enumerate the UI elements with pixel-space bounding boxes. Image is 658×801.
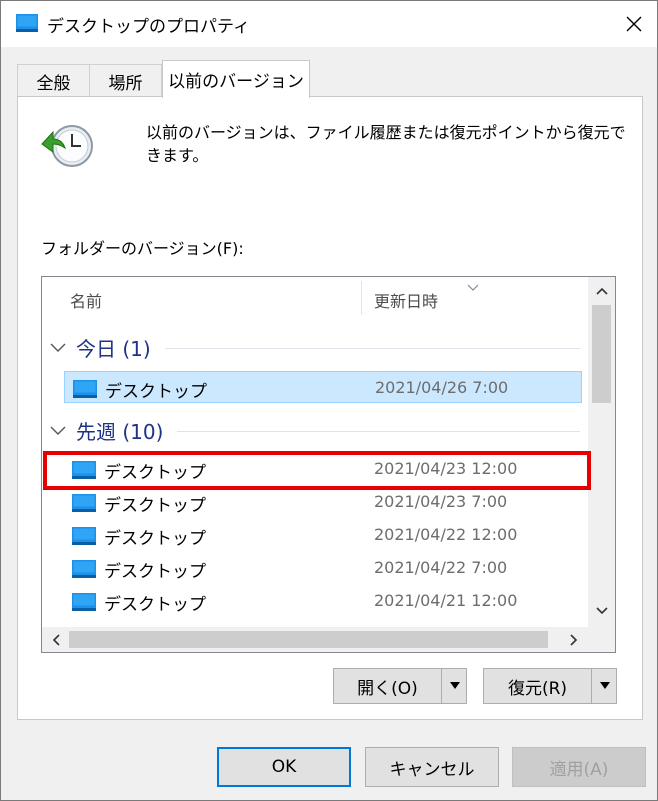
item-name: デスクトップ [104, 562, 206, 582]
horizontal-scroll-thumb[interactable] [69, 631, 548, 648]
list-item[interactable]: デスクトップ 2021/04/23 7:00 [64, 486, 582, 518]
window-title: デスクトップのプロパティ [47, 17, 250, 37]
restore-split-button[interactable]: 復元(R) [483, 668, 617, 704]
column-date-header[interactable]: 更新日時 [374, 288, 438, 312]
scroll-right-button[interactable] [562, 627, 586, 652]
tab-location[interactable]: 場所 [89, 64, 162, 97]
close-icon [626, 16, 642, 32]
vertical-scrollbar[interactable] [588, 277, 615, 627]
open-button[interactable]: 開く(O) [334, 669, 441, 703]
close-button[interactable] [611, 1, 657, 47]
item-date: 2021/04/26 7:00 [375, 378, 509, 397]
properties-dialog: デスクトップのプロパティ 全般 場所 以前のバージョン 以前のバージョンは、ファ… [0, 0, 658, 801]
desktop-folder-icon [73, 380, 97, 398]
open-dropdown-button[interactable] [441, 669, 467, 703]
restore-button[interactable]: 復元(R) [484, 669, 591, 703]
tab-previous-versions[interactable]: 以前のバージョン [162, 60, 310, 98]
tab-general-label: 全般 [36, 73, 71, 94]
restore-clock-icon [39, 122, 95, 170]
item-date: 2021/04/22 12:00 [374, 525, 518, 544]
column-separator[interactable] [361, 281, 362, 315]
chevron-down-icon [595, 607, 608, 615]
apply-button[interactable]: 適用(A) [512, 747, 646, 787]
scroll-left-button[interactable] [44, 627, 68, 652]
description-text: 以前のバージョンは、ファイル履歴または復元ポイントから復元できます。 [146, 123, 626, 165]
dropdown-arrow-icon [449, 682, 460, 689]
dropdown-arrow-icon [599, 682, 610, 689]
item-date: 2021/04/22 7:00 [374, 558, 508, 577]
vertical-scroll-thumb[interactable] [592, 305, 611, 403]
scroll-down-button[interactable] [588, 599, 615, 623]
tab-location-label: 場所 [108, 73, 143, 94]
desktop-folder-icon [72, 593, 96, 611]
item-date: 2021/04/23 7:00 [374, 492, 508, 511]
group-today[interactable]: 今日 (1) [50, 332, 580, 362]
list-item[interactable]: デスクトップ 2021/04/26 7:00 [64, 371, 582, 403]
group-divider [164, 347, 580, 349]
cancel-button[interactable]: キャンセル [365, 747, 499, 787]
item-name: デスクトップ [104, 595, 206, 615]
scroll-up-button[interactable] [588, 279, 615, 303]
desktop-folder-icon [72, 527, 96, 545]
title-bar: デスクトップのプロパティ [1, 1, 657, 47]
item-name: デスクトップ [104, 529, 206, 549]
group-divider [177, 430, 580, 432]
column-name-header[interactable]: 名前 [70, 288, 102, 312]
desktop-folder-icon [16, 14, 38, 32]
open-split-button[interactable]: 開く(O) [333, 668, 467, 704]
list-item[interactable]: デスクトップ 2021/04/21 12:00 [64, 585, 582, 617]
chevron-down-icon [50, 421, 72, 440]
tab-previous-versions-label: 以前のバージョン [168, 72, 304, 92]
scrollbar-corner [588, 627, 615, 652]
list-item[interactable]: デスクトップ 2021/04/22 12:00 [64, 519, 582, 551]
chevron-up-icon [595, 287, 608, 295]
ok-button[interactable]: OK [217, 747, 351, 787]
item-date: 2021/04/21 12:00 [374, 591, 518, 610]
chevron-down-icon [50, 338, 72, 357]
item-name: デスクトップ [105, 382, 207, 402]
group-label: 今日 (1) [76, 336, 151, 361]
column-header: 名前 更新日時 [42, 277, 588, 315]
group-label: 先週 (10) [76, 419, 164, 444]
highlight-annotation [43, 451, 591, 490]
list-item[interactable]: デスクトップ 2021/04/22 7:00 [64, 552, 582, 584]
group-last-week[interactable]: 先週 (10) [50, 415, 580, 445]
horizontal-scrollbar[interactable] [42, 627, 588, 652]
chevron-left-icon [52, 633, 60, 646]
folder-versions-label: フォルダーのバージョン(F): [41, 239, 244, 258]
tab-general[interactable]: 全般 [17, 64, 90, 97]
chevron-right-icon [570, 633, 578, 646]
restore-dropdown-button[interactable] [591, 669, 617, 703]
item-name: デスクトップ [104, 496, 206, 516]
desktop-folder-icon [72, 494, 96, 512]
sort-descending-icon [467, 277, 479, 296]
tab-strip: 全般 場所 以前のバージョン [1, 47, 657, 98]
desktop-folder-icon [72, 560, 96, 578]
